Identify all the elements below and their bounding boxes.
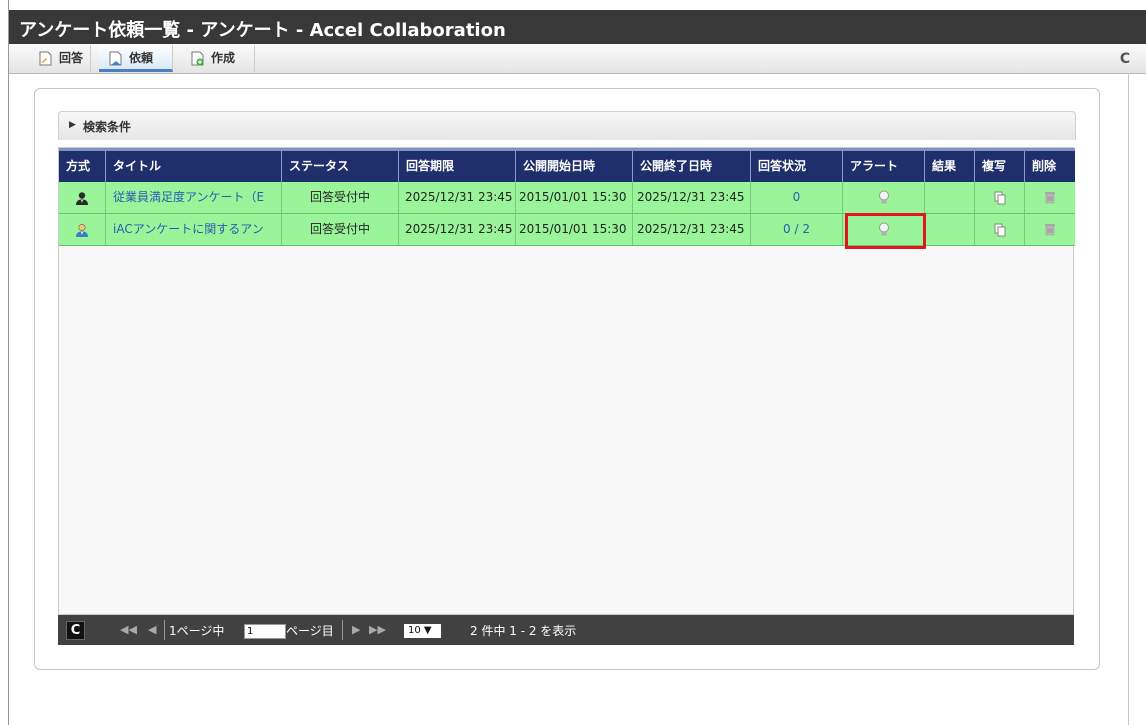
tab-answer[interactable]: 回答 — [29, 45, 91, 72]
deadline-cell: 2025/12/31 23:45 — [399, 214, 516, 245]
page-number-input[interactable] — [244, 624, 286, 639]
start-date-cell: 2015/01/01 15:30 — [516, 182, 633, 213]
document-request-icon — [109, 51, 122, 66]
copy-button[interactable] — [975, 214, 1025, 245]
column-header-start[interactable]: 公開開始日時 — [516, 151, 633, 182]
copy-button[interactable] — [975, 182, 1025, 213]
person-dark-icon — [76, 191, 88, 205]
tab-request[interactable]: 依頼 — [99, 45, 173, 72]
column-header-end[interactable]: 公開終了日時 — [633, 151, 751, 182]
copy-icon — [994, 191, 1005, 204]
expand-arrow-icon: ▶ — [69, 120, 76, 130]
column-header-answer-status[interactable]: 回答状況 — [751, 151, 843, 182]
end-date-cell: 2025/12/31 23:45 — [633, 214, 751, 245]
result-cell — [925, 214, 975, 245]
document-add-icon — [191, 51, 204, 66]
answer-status-link[interactable]: 0 / 2 — [751, 214, 843, 245]
column-header-result[interactable]: 結果 — [925, 151, 975, 182]
table-header: 方式 タイトル ステータス 回答期限 公開開始日時 公開終了日時 回答状況 アラ… — [59, 148, 1075, 182]
alert-cell[interactable] — [843, 182, 925, 213]
page-prefix: 1ページ中 — [169, 624, 225, 638]
tab-create[interactable]: 作成 — [181, 45, 255, 72]
column-header-deadline[interactable]: 回答期限 — [399, 151, 516, 182]
column-header-method[interactable]: 方式 — [59, 151, 106, 182]
answer-status-link[interactable]: 0 — [751, 182, 843, 213]
survey-title-link[interactable]: 従業員満足度アンケート（E — [106, 182, 282, 213]
delete-button[interactable] — [1025, 214, 1075, 245]
title-bar: アンケート依頼一覧 - アンケート - Accel Collaboration — [9, 10, 1146, 44]
refresh-icon[interactable]: C — [66, 621, 85, 640]
end-date-cell: 2025/12/31 23:45 — [633, 182, 751, 213]
status-cell: 回答受付中 — [282, 182, 399, 213]
search-conditions-label: 検索条件 — [83, 120, 132, 134]
column-header-copy[interactable]: 複写 — [975, 151, 1025, 182]
last-page-icon[interactable]: ▶▶ — [369, 623, 386, 636]
page-title: アンケート依頼一覧 - アンケート - Accel Collaboration — [19, 20, 506, 41]
tab-answer-label: 回答 — [59, 51, 84, 65]
tab-create-label: 作成 — [211, 51, 236, 65]
pagination-bar: C ◀◀ ◀ 1ページ中 ページ目 ▶ ▶▶ 10 ▼ 2 件中 1 - 2 を… — [58, 615, 1074, 645]
copy-icon — [994, 223, 1005, 236]
alert-highlight-box — [845, 213, 926, 249]
result-summary: 2 件中 1 - 2 を表示 — [470, 624, 577, 638]
column-header-alert[interactable]: アラート — [843, 151, 925, 182]
survey-request-table: 方式 タイトル ステータス 回答期限 公開開始日時 公開終了日時 回答状況 アラ… — [58, 147, 1075, 615]
result-cell — [925, 182, 975, 213]
per-page-select[interactable]: 10 ▼ — [404, 624, 441, 638]
bulb-icon — [878, 190, 889, 204]
trash-icon — [1045, 224, 1055, 236]
refresh-icon[interactable]: C — [1118, 52, 1132, 66]
next-page-icon[interactable]: ▶ — [352, 623, 360, 636]
scrollbar-divider — [1128, 73, 1129, 725]
toolbar: 回答 依頼 作成 C — [9, 44, 1146, 74]
trash-icon — [1045, 192, 1055, 204]
person-color-icon — [76, 223, 88, 237]
search-conditions-toggle[interactable]: ▶ 検索条件 — [58, 111, 1076, 140]
divider — [164, 620, 165, 640]
delete-button[interactable] — [1025, 182, 1075, 213]
table-row[interactable]: 従業員満足度アンケート（E 回答受付中 2025/12/31 23:45 201… — [59, 182, 1075, 214]
first-page-icon[interactable]: ◀◀ — [120, 623, 137, 636]
column-header-delete[interactable]: 削除 — [1025, 151, 1075, 182]
status-cell: 回答受付中 — [282, 214, 399, 245]
divider — [342, 620, 343, 640]
prev-page-icon[interactable]: ◀ — [148, 623, 156, 636]
tab-request-label: 依頼 — [129, 51, 154, 65]
page-suffix: ページ目 — [286, 624, 334, 638]
document-edit-icon — [39, 51, 52, 66]
deadline-cell: 2025/12/31 23:45 — [399, 182, 516, 213]
method-cell — [59, 182, 106, 213]
start-date-cell: 2015/01/01 15:30 — [516, 214, 633, 245]
survey-title-link[interactable]: iACアンケートに関するアン — [106, 214, 282, 245]
column-header-status[interactable]: ステータス — [282, 151, 399, 182]
method-cell — [59, 214, 106, 245]
column-header-title[interactable]: タイトル — [106, 151, 282, 182]
